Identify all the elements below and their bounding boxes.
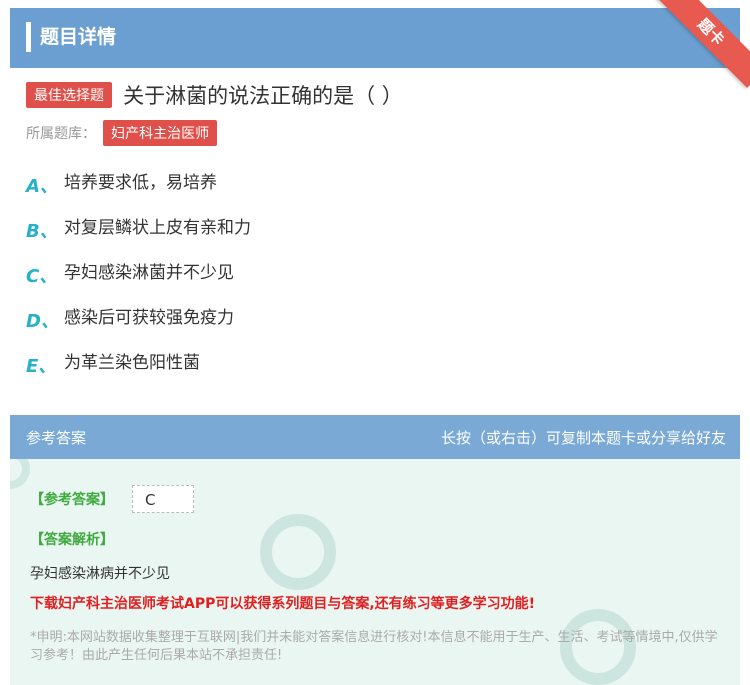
option-a[interactable]: A、 培养要求低，易培养 [26,172,726,217]
options-list: A、 培养要求低，易培养 B、 对复层鳞状上皮有亲和力 C、 孕妇感染淋菌并不少… [26,172,726,397]
download-app-link[interactable]: 下载妇产科主治医师考试APP可以获得系列题目与答案,还有练习等更多学习功能! [30,593,535,613]
option-letter: E、 [26,356,57,377]
option-text: 培养要求低，易培养 [64,173,217,193]
option-text: 对复层鳞状上皮有亲和力 [64,218,251,238]
option-c[interactable]: C、 孕妇感染淋菌并不少见 [26,262,726,307]
option-letter: C、 [26,266,58,287]
answer-section-title: 参考答案 [26,429,87,447]
page-title: 题目详情 [40,26,117,48]
header-accent-bar [26,22,31,52]
library-link[interactable]: 妇产科主治医师 [103,120,218,146]
answer-value: C [132,485,194,513]
option-text: 为革兰染色阳性菌 [64,353,200,373]
explanation-text: 孕妇感染淋病并不少见 [30,566,170,582]
option-letter: B、 [26,221,58,242]
explanation-label: 【答案解析】 [30,532,114,548]
answer-label: 【参考答案】 [30,492,114,508]
disclaimer-text: *申明:本网站数据收集整理于互联网|我们并未能对答案信息进行核对!本信息不能用于… [30,630,718,663]
option-text: 感染后可获较强免疫力 [64,308,234,328]
answer-section-header: 参考答案 长按（或右击）可复制本题卡或分享给好友 [10,415,740,459]
question-type-badge: 最佳选择题 [26,82,112,108]
question-row: 最佳选择题 关于淋菌的说法正确的是（ ） [26,80,403,110]
option-d[interactable]: D、 感染后可获较强免疫力 [26,307,726,352]
option-letter: A、 [26,176,58,197]
watermark-logo-icon [260,514,336,590]
library-row: 所属题库： 妇产科主治医师 [26,120,218,146]
share-hint: 长按（或右击）可复制本题卡或分享给好友 [440,429,726,447]
question-text: 关于淋菌的说法正确的是（ ） [123,84,403,108]
option-b[interactable]: B、 对复层鳞状上皮有亲和力 [26,217,726,262]
watermark-logo-icon [10,459,30,489]
option-e[interactable]: E、 为革兰染色阳性菌 [26,352,726,397]
answer-section-body: 【参考答案】 C 【答案解析】 孕妇感染淋病并不少见 下载妇产科主治医师考试AP… [10,459,740,685]
option-text: 孕妇感染淋菌并不少见 [64,263,234,283]
option-letter: D、 [26,311,59,332]
page-header: 题目详情 [10,8,740,68]
library-label: 所属题库： [26,126,96,142]
